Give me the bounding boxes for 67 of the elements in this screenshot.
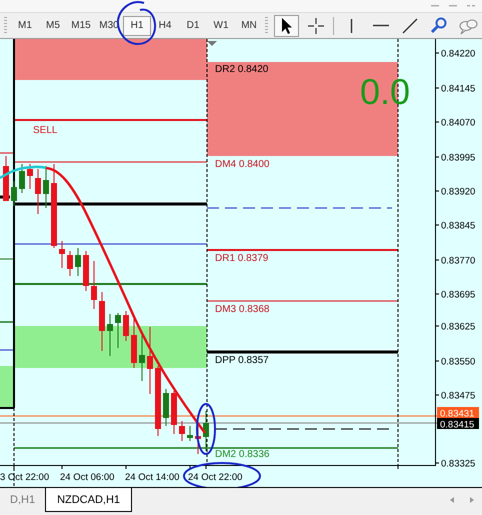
candle xyxy=(91,260,97,310)
timeframe-button[interactable]: H1 xyxy=(123,16,151,36)
timeframe-button[interactable]: M5 xyxy=(39,16,67,36)
candle xyxy=(43,166,49,208)
price-label: 0.84220 xyxy=(441,48,476,60)
candle xyxy=(59,240,65,268)
level-label: DR1 0.8379 xyxy=(215,253,268,264)
time-label: 24 Oct 14:00 xyxy=(125,472,180,483)
hand-drawn-circle xyxy=(196,403,216,455)
price-tag: 0.83431 xyxy=(437,407,479,420)
price-label: 0.83845 xyxy=(441,220,476,232)
candle xyxy=(35,168,41,214)
candle xyxy=(11,180,17,206)
price-label: 0.83995 xyxy=(441,152,476,164)
search-icon xyxy=(428,16,448,36)
timeframe-button[interactable]: MN xyxy=(235,16,263,36)
candle xyxy=(3,156,9,202)
time-label: 24 Oct 06:00 xyxy=(60,472,114,483)
candle xyxy=(195,426,201,454)
level-line xyxy=(0,321,14,323)
price-label: 0.83550 xyxy=(441,356,476,368)
candle xyxy=(107,314,113,356)
signal-label: SELL xyxy=(33,125,58,136)
candle xyxy=(115,312,121,348)
price-label: 0.83475 xyxy=(441,390,476,402)
candle xyxy=(83,250,89,292)
price-label: 0.84070 xyxy=(441,118,476,128)
candle xyxy=(203,410,209,452)
price-label: 0.83695 xyxy=(441,290,476,300)
crosshair-icon xyxy=(306,16,326,36)
level-label: DR2 0.8420 xyxy=(215,64,268,75)
candle xyxy=(179,420,185,442)
level-label: DM4 0.8400 xyxy=(215,159,270,170)
price-label: 0.83325 xyxy=(441,458,476,470)
level-label: DM2 0.8336 xyxy=(215,449,270,460)
shift-marker-icon xyxy=(207,41,217,46)
level-line xyxy=(0,152,14,154)
level-label: DPP 0.8357 xyxy=(215,355,269,366)
candle xyxy=(19,164,25,194)
indicator-line xyxy=(0,166,46,180)
tool-button[interactable] xyxy=(274,14,299,36)
timeframe-button[interactable]: M1 xyxy=(11,16,39,36)
price-label: 0.83920 xyxy=(441,186,476,198)
candle xyxy=(163,388,169,426)
timeframe-button[interactable]: H4 xyxy=(151,16,179,36)
candle xyxy=(187,426,193,442)
time-label: 24 Oct 22:00 xyxy=(188,472,242,483)
candle xyxy=(155,366,161,436)
candle xyxy=(147,326,153,394)
horizontal-line-icon xyxy=(372,24,388,27)
price-label: 0.83770 xyxy=(441,256,476,266)
timeframe-button[interactable]: M15 xyxy=(67,16,95,36)
price-label: 0.83625 xyxy=(441,322,476,332)
level-label: DM3 0.8368 xyxy=(215,304,270,315)
candle xyxy=(67,250,73,276)
chart-tab[interactable]: NZDCAD,H1 xyxy=(45,488,132,512)
vertical-line-icon xyxy=(350,18,353,32)
timeframe-button[interactable]: W1 xyxy=(207,16,235,36)
timeframe-button[interactable]: D1 xyxy=(179,16,207,36)
candle xyxy=(75,248,81,276)
candle xyxy=(99,292,105,352)
candle xyxy=(123,310,129,342)
price-label: 0.84145 xyxy=(441,84,476,94)
price-tag: 0.83415 xyxy=(437,418,479,430)
candle xyxy=(171,390,177,434)
candle xyxy=(27,164,33,190)
level-line xyxy=(0,258,14,260)
